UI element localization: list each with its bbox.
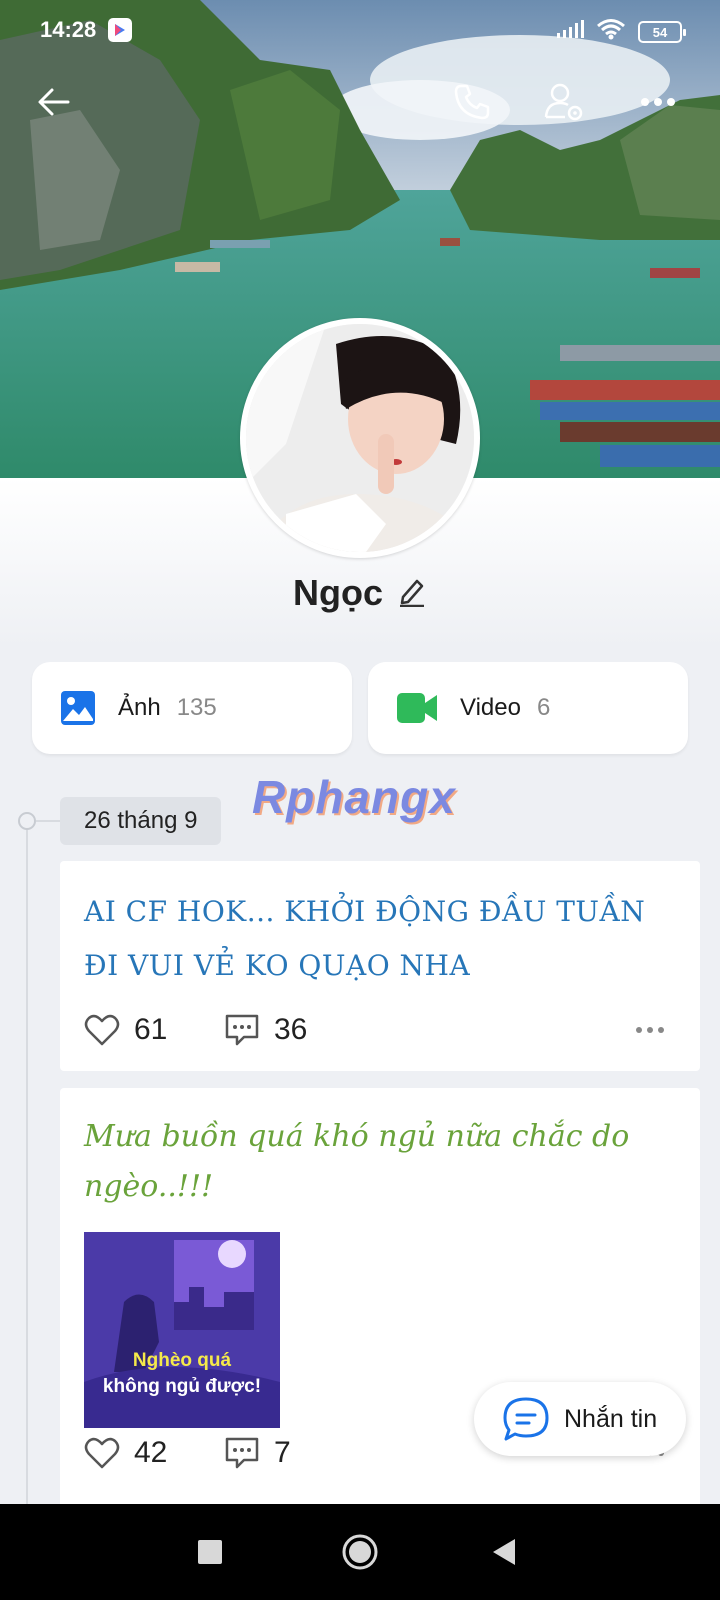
like-button[interactable]: 61	[84, 1013, 224, 1047]
back-button[interactable]	[24, 72, 84, 132]
post-card[interactable]: AI CF HOK... KHỞI ĐỘNG ĐẦU TUẦN ĐI VUI V…	[60, 861, 700, 1071]
image-caption-line2: không ngủ được!	[102, 1376, 262, 1397]
profile-name-row: Ngọc	[0, 572, 720, 614]
message-button-label: Nhắn tin	[564, 1404, 658, 1433]
comment-button[interactable]: 36	[224, 1013, 307, 1047]
edit-icon	[400, 579, 424, 607]
comment-count: 36	[274, 1013, 308, 1046]
phone-icon	[454, 84, 490, 120]
photos-label: Ảnh	[118, 694, 161, 721]
chat-icon	[503, 1397, 549, 1441]
photos-count: 135	[176, 694, 217, 721]
nav-circle-icon	[342, 1534, 378, 1570]
post-text: AI CF HOK... KHỞI ĐỘNG ĐẦU TUẦN ĐI VUI V…	[84, 895, 646, 982]
heart-icon	[84, 1014, 120, 1046]
timeline-connector	[36, 820, 60, 822]
system-nav-bar	[0, 1504, 720, 1600]
timeline-date: 26 tháng 9	[60, 797, 222, 845]
post-image[interactable]: Nghèo quá không ngủ được!	[84, 1232, 280, 1428]
post-text: Mưa buồn quá khó ngủ nữa chắc do ngèo..!…	[84, 1119, 630, 1204]
profile-settings-button[interactable]	[534, 72, 594, 132]
edit-name-button[interactable]	[397, 575, 427, 612]
message-button[interactable]: Nhắn tin	[474, 1382, 686, 1456]
videos-label: Video	[460, 694, 521, 721]
comment-icon	[225, 1014, 259, 1046]
back-arrow-icon	[38, 88, 70, 116]
photos-card[interactable]: Ảnh 135	[32, 662, 352, 754]
video-icon	[397, 693, 437, 723]
play-store-icon	[108, 18, 133, 42]
back-system-button[interactable]	[464, 1504, 544, 1600]
like-count: 42	[134, 1436, 168, 1469]
timeline-line	[26, 828, 28, 1508]
status-bar: 14:28 54	[0, 0, 720, 60]
wifi-icon	[596, 18, 626, 46]
more-icon	[641, 98, 675, 106]
image-caption-line1: Nghèo quá	[132, 1350, 232, 1371]
videos-card[interactable]: Video 6	[368, 662, 688, 754]
more-options-button[interactable]	[628, 72, 688, 132]
comment-button[interactable]: 7	[224, 1436, 291, 1470]
nav-triangle-icon	[493, 1539, 515, 1565]
avatar[interactable]	[240, 318, 480, 558]
photo-icon	[61, 691, 95, 725]
user-settings-icon	[544, 83, 583, 121]
comment-count: 7	[274, 1436, 291, 1469]
comment-icon	[225, 1437, 259, 1469]
watermark: Rphangx	[252, 771, 456, 823]
post-more-button[interactable]	[636, 1027, 664, 1033]
status-time: 14:28	[40, 17, 97, 42]
signal-icon	[556, 19, 584, 45]
call-button[interactable]	[442, 72, 502, 132]
timeline-dot	[18, 812, 36, 830]
home-button[interactable]	[320, 1504, 400, 1600]
recents-button[interactable]	[170, 1504, 250, 1600]
battery-indicator: 54	[638, 21, 686, 43]
nav-square-icon	[198, 1540, 222, 1564]
top-action-bar	[0, 72, 720, 132]
like-count: 61	[134, 1013, 168, 1046]
post-actions: 61 36	[84, 1005, 676, 1055]
like-button[interactable]: 42	[84, 1436, 224, 1470]
videos-count: 6	[536, 694, 551, 721]
profile-name: Ngọc	[293, 572, 383, 613]
heart-icon	[84, 1437, 120, 1469]
